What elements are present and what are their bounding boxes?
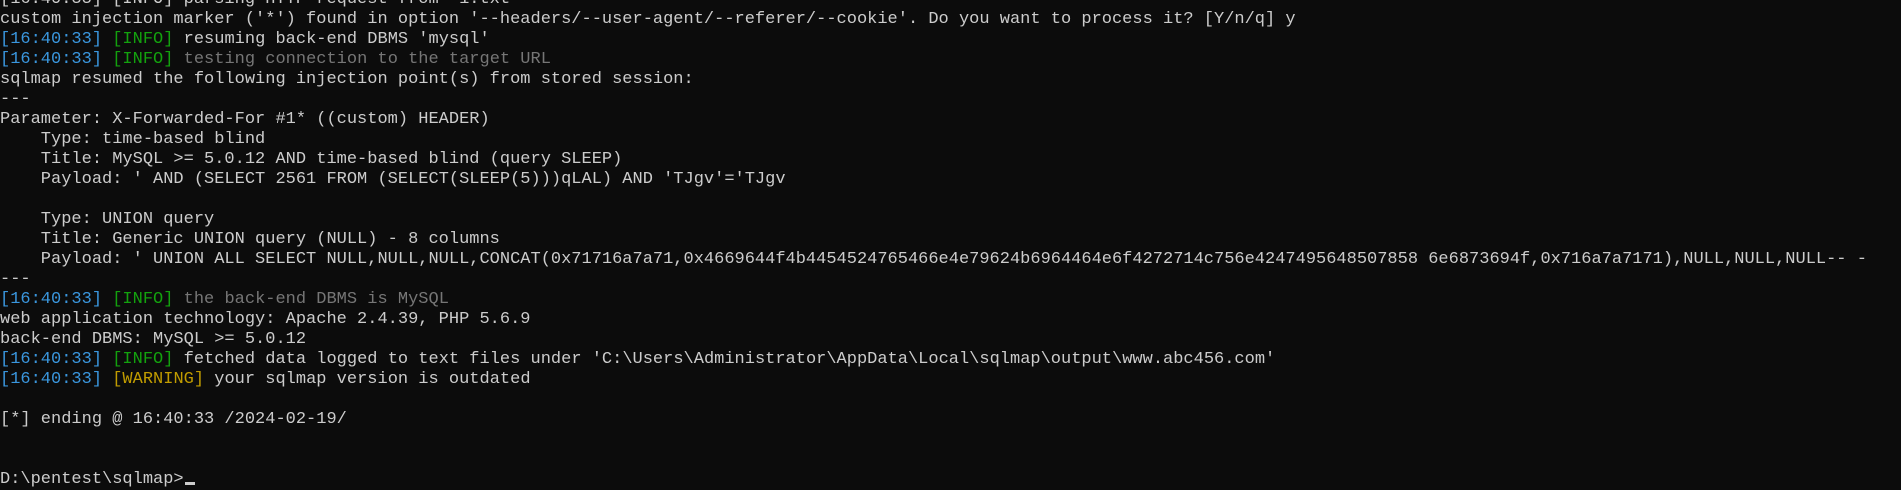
log-line: [16:40:33] [WARNING] your sqlmap version… bbox=[0, 370, 1901, 390]
log-line: Payload: ' AND (SELECT 2561 FROM (SELECT… bbox=[0, 170, 786, 189]
info-tag: [INFO] bbox=[112, 50, 174, 69]
timestamp: [16:40:33] bbox=[0, 50, 103, 69]
info-tag: [INFO] bbox=[112, 290, 174, 309]
log-line: [16:40:33] [INFO] the back-end DBMS is M… bbox=[0, 290, 1901, 310]
info-tag: [INFO] bbox=[112, 350, 174, 369]
log-line: Title: Generic UNION query (NULL) - 8 co… bbox=[0, 230, 500, 249]
separator-line: --- bbox=[0, 90, 31, 109]
timestamp: [16:40:33] bbox=[0, 370, 103, 389]
timestamp: [16:40:33] bbox=[0, 30, 103, 49]
log-message: the back-end DBMS is MySQL bbox=[173, 290, 449, 309]
prompt-path: D:\pentest\sqlmap> bbox=[0, 470, 184, 489]
terminal-output[interactable]: [16:40:33] [INFO] parsing HTTP request f… bbox=[0, 0, 1901, 490]
log-line: sqlmap resumed the following injection p… bbox=[0, 70, 694, 89]
log-line: [*] ending @ 16:40:33 /2024-02-19/ bbox=[0, 410, 347, 429]
info-tag: [INFO] bbox=[112, 30, 174, 49]
separator-line: --- bbox=[0, 270, 31, 289]
timestamp: [16:40:33] bbox=[0, 350, 103, 369]
log-line: custom injection marker ('*') found in o… bbox=[0, 10, 1296, 29]
log-line: Parameter: X-Forwarded-For #1* ((custom)… bbox=[0, 110, 490, 129]
log-line: Type: UNION query bbox=[0, 210, 215, 229]
log-line: Payload: ' UNION ALL SELECT NULL,NULL,NU… bbox=[0, 250, 1867, 269]
timestamp: [16:40:33] bbox=[0, 290, 103, 309]
log-line: [16:40:33] [INFO] parsing HTTP request f… bbox=[0, 0, 1901, 10]
log-line: [16:40:33] [INFO] fetched data logged to… bbox=[0, 350, 1901, 370]
log-message: fetched data logged to text files under … bbox=[173, 350, 1276, 369]
log-line: [16:40:33] [INFO] testing connection to … bbox=[0, 50, 1901, 70]
log-message: testing connection to the target URL bbox=[173, 50, 551, 69]
log-line: Title: MySQL >= 5.0.12 AND time-based bl… bbox=[0, 150, 623, 169]
log-line: back-end DBMS: MySQL >= 5.0.12 bbox=[0, 330, 307, 349]
log-message: resuming back-end DBMS 'mysql' bbox=[173, 30, 490, 49]
log-line: Type: time-based blind bbox=[0, 130, 266, 149]
log-line: web application technology: Apache 2.4.3… bbox=[0, 310, 531, 329]
warning-tag: [WARNING] bbox=[112, 370, 205, 389]
command-prompt[interactable]: D:\pentest\sqlmap> bbox=[0, 470, 1901, 490]
log-line: [16:40:33] [INFO] resuming back-end DBMS… bbox=[0, 30, 1901, 50]
log-message: your sqlmap version is outdated bbox=[204, 370, 531, 389]
